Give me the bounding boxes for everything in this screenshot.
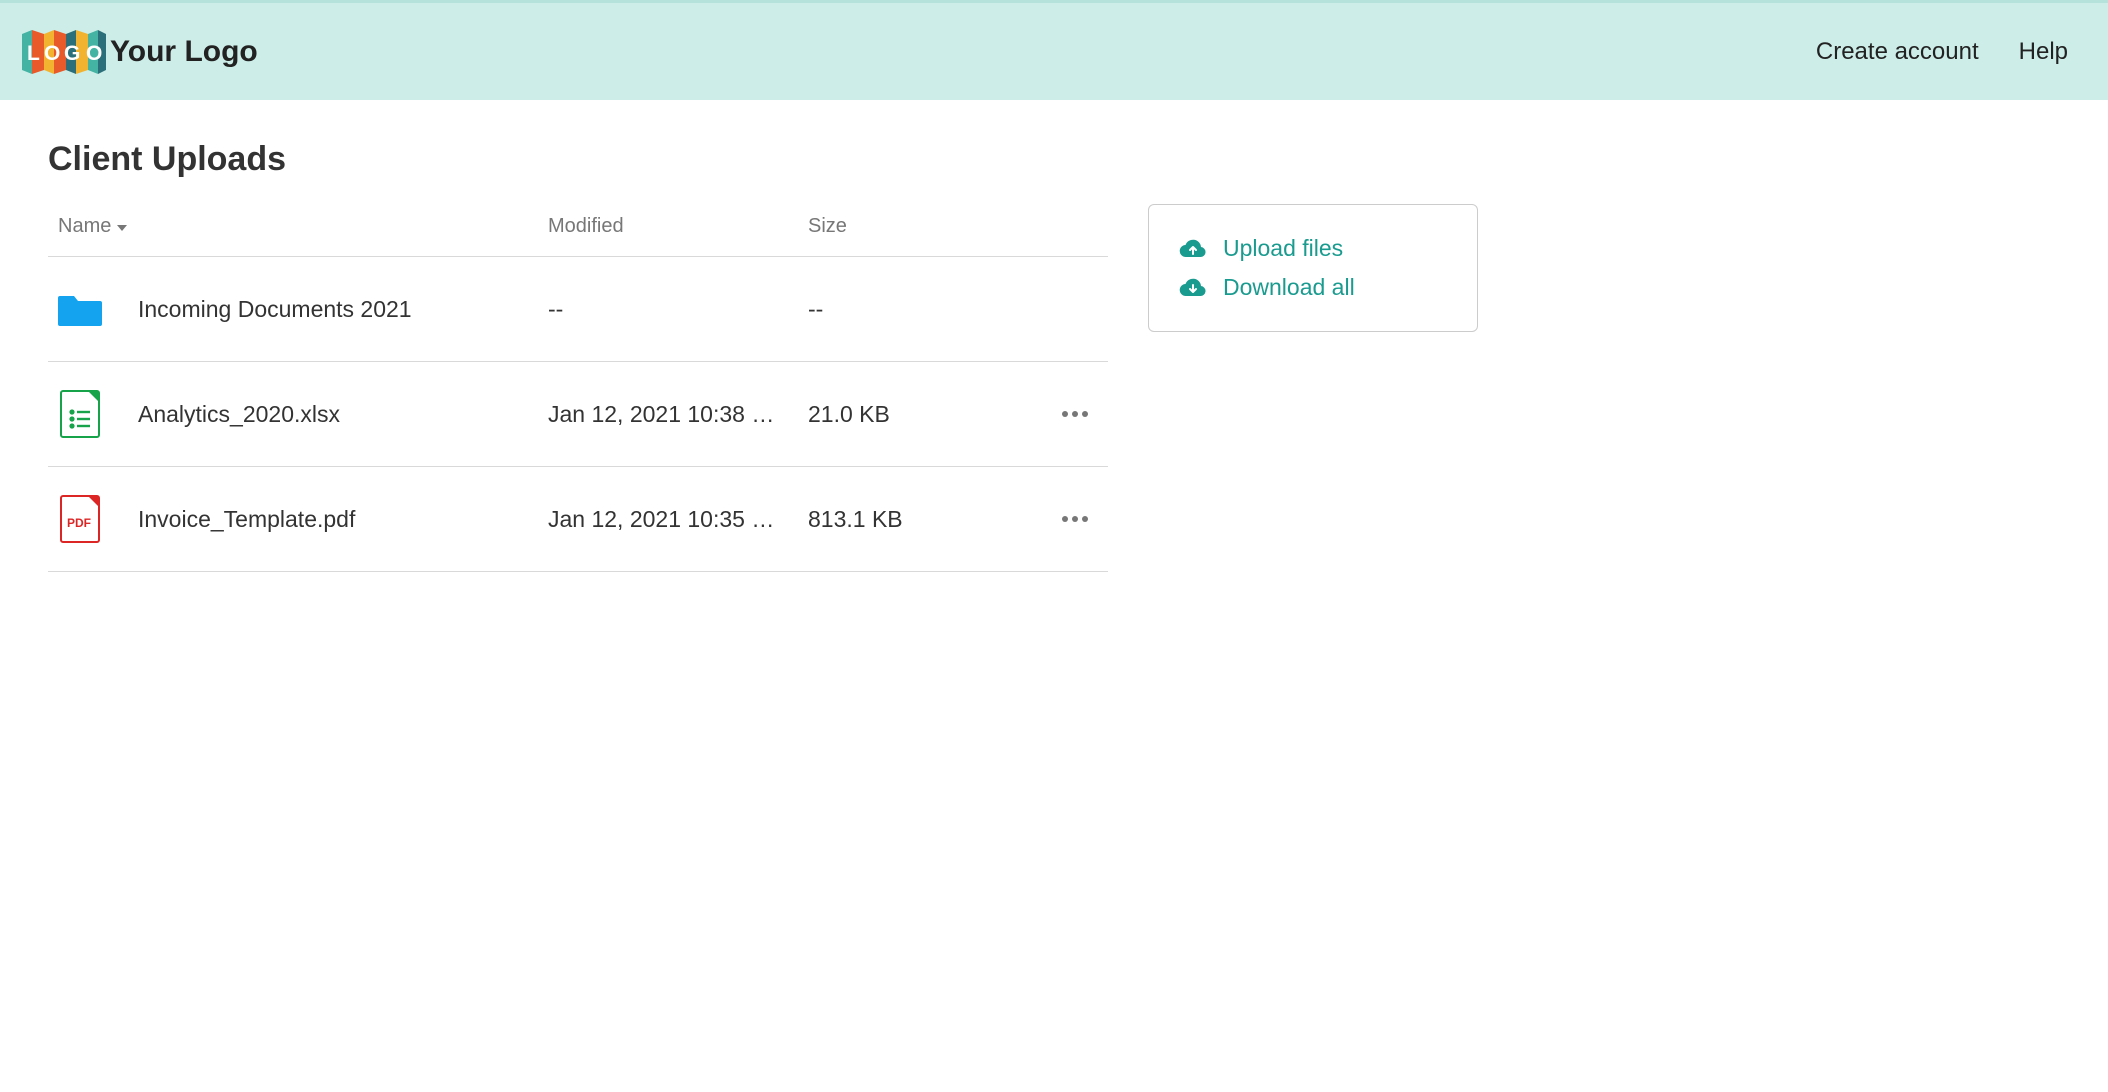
svg-text:G: G — [64, 42, 80, 65]
spreadsheet-icon — [58, 390, 102, 438]
header: L O G O Your Logo Create account Help — [0, 0, 2108, 100]
folder-icon — [58, 285, 102, 333]
main: Client Uploads Name Modified Size Incomi… — [0, 100, 2108, 612]
column-header-name[interactable]: Name — [58, 215, 548, 238]
file-name: Incoming Documents 2021 — [138, 296, 412, 323]
side-panel: Upload files Download all — [1148, 204, 1478, 332]
upload-files-button[interactable]: Upload files — [1179, 229, 1447, 268]
column-header-name-label: Name — [58, 215, 111, 238]
svg-text:O: O — [44, 42, 60, 65]
logo-icon: L O G O — [20, 26, 108, 78]
table-header: Name Modified Size — [48, 215, 1108, 257]
svg-text:PDF: PDF — [67, 516, 91, 530]
file-modified: Jan 12, 2021 10:38 … — [548, 401, 808, 428]
file-listing: Client Uploads Name Modified Size Incomi… — [48, 140, 1108, 572]
cloud-download-icon — [1179, 278, 1207, 298]
sort-caret-down-icon — [117, 225, 127, 231]
upload-files-label: Upload files — [1223, 235, 1343, 262]
table-row[interactable]: Incoming Documents 2021 -- -- — [48, 257, 1108, 362]
create-account-link[interactable]: Create account — [1816, 38, 1979, 66]
download-all-label: Download all — [1223, 274, 1355, 301]
pdf-icon: PDF — [58, 495, 102, 543]
file-modified: -- — [548, 296, 808, 323]
download-all-button[interactable]: Download all — [1179, 268, 1447, 307]
svg-text:L: L — [27, 42, 40, 65]
header-links: Create account Help — [1816, 38, 2068, 66]
more-actions-button[interactable] — [1062, 516, 1088, 522]
file-modified: Jan 12, 2021 10:35 … — [548, 506, 808, 533]
column-header-size[interactable]: Size — [808, 215, 988, 238]
table-row[interactable]: PDF Invoice_Template.pdf Jan 12, 2021 10… — [48, 467, 1108, 572]
file-name: Invoice_Template.pdf — [138, 506, 355, 533]
logo[interactable]: L O G O Your Logo — [20, 26, 258, 78]
logo-text: Your Logo — [110, 35, 258, 69]
more-actions-button[interactable] — [1062, 411, 1088, 417]
cloud-upload-icon — [1179, 239, 1207, 259]
file-size: 813.1 KB — [808, 506, 988, 533]
table-row[interactable]: Analytics_2020.xlsx Jan 12, 2021 10:38 …… — [48, 362, 1108, 467]
svg-text:O: O — [86, 42, 102, 65]
help-link[interactable]: Help — [2019, 38, 2068, 66]
column-header-modified[interactable]: Modified — [548, 215, 808, 238]
file-size: 21.0 KB — [808, 401, 988, 428]
page-title: Client Uploads — [48, 140, 1108, 179]
file-size: -- — [808, 296, 988, 323]
file-name: Analytics_2020.xlsx — [138, 401, 340, 428]
